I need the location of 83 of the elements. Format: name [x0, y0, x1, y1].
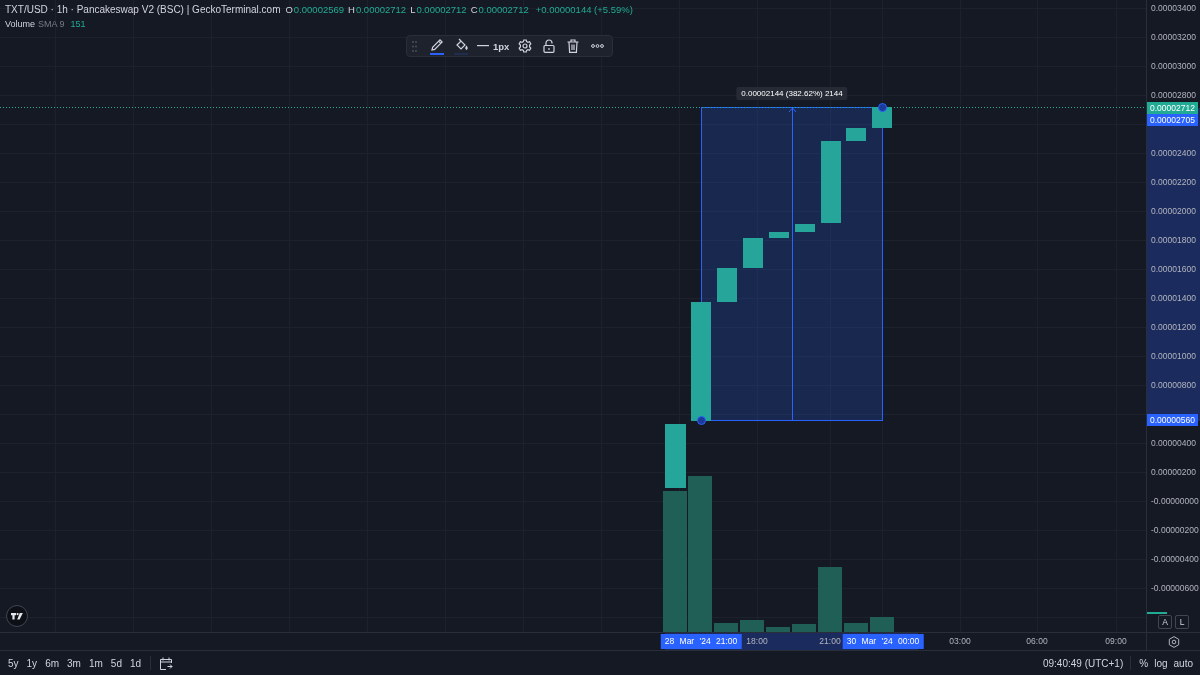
more-icon	[590, 44, 604, 48]
price-label: 0.00003000	[1151, 60, 1196, 72]
ohlc-label: H	[348, 4, 355, 15]
price-label: 0.00002000	[1151, 205, 1196, 217]
candle	[846, 128, 866, 141]
ohlc-label: O	[285, 4, 293, 15]
price-change: +0.00000144 (+5.59%)	[535, 4, 633, 15]
range-button[interactable]: 6m	[42, 655, 63, 671]
drag-handle-icon[interactable]	[412, 40, 417, 52]
line-width-button[interactable]: 1px	[473, 36, 514, 56]
candle	[769, 232, 789, 238]
volume-bar	[792, 624, 816, 632]
price-label: 0.00001400	[1151, 292, 1196, 304]
candle	[665, 424, 686, 488]
indicator-value: 151	[70, 19, 86, 29]
handle-dot-icon[interactable]	[697, 416, 706, 425]
ohlc-value: 0.00002712	[355, 4, 407, 15]
time-marker-label: 30 Mar '24 00:00	[842, 634, 924, 649]
price-label: -0.00000400	[1151, 553, 1199, 565]
price-label: -0.00000200	[1151, 524, 1199, 536]
time-label: 09:00	[1105, 636, 1127, 646]
range-button[interactable]: 5y	[5, 655, 22, 671]
time-label: 03:00	[949, 636, 971, 646]
volume-bar	[818, 567, 842, 632]
ohlc-label: L	[410, 4, 416, 15]
price-label: 0.00001800	[1151, 234, 1196, 246]
candle	[717, 268, 737, 302]
measure-label: 0.00002144 (382.62%) 2144	[736, 87, 848, 100]
price-label: 0.00002400	[1151, 147, 1196, 159]
trash-icon	[567, 39, 580, 53]
price-label: 0.00000800	[1151, 379, 1196, 391]
indicator-params: SMA 9	[38, 19, 65, 29]
time-label: 18:00	[746, 636, 768, 646]
price-label: 0.00001600	[1151, 263, 1196, 275]
price-label: 0.00000400	[1151, 437, 1196, 449]
ohlc-value: 0.00002712	[416, 4, 467, 15]
calendar-icon	[159, 656, 174, 670]
pencil-icon	[430, 38, 444, 51]
ohlc-value: 0.00002569	[293, 4, 345, 15]
measure-area[interactable]	[701, 107, 883, 421]
scale-toggle-button[interactable]: log	[1151, 657, 1171, 669]
line-icon	[477, 45, 489, 47]
handle-dot-icon[interactable]	[878, 103, 887, 112]
price-label: 0.00002200	[1151, 176, 1196, 188]
volume-bar	[844, 623, 868, 632]
volume-bar	[766, 627, 790, 632]
scale-toggle-button[interactable]: auto	[1170, 657, 1196, 669]
range-button[interactable]: 5d	[107, 655, 125, 671]
last-price-label: 0.00002712	[1147, 101, 1198, 114]
price-label: 0.00001200	[1151, 321, 1196, 333]
clock-label[interactable]: 09:40:49 (UTC+1)	[1040, 657, 1126, 669]
volume-bar	[870, 617, 894, 632]
range-button[interactable]: 1d	[126, 655, 145, 671]
ohlc-value: 0.00002712	[478, 4, 529, 15]
chart-title: TXT/USD · 1h · Pancakeswap V2 (BSC) | GeckoTerminal.com	[5, 4, 281, 15]
volume-marker	[1147, 612, 1167, 614]
time-label: 21:00	[819, 636, 841, 646]
range-button[interactable]: 1m	[85, 655, 106, 671]
candle	[795, 224, 815, 232]
price-label: -0.00000000	[1151, 495, 1199, 507]
price-label: 0.00002800	[1151, 89, 1196, 101]
price-label: 0.00003400	[1151, 2, 1196, 14]
settings-icon	[518, 39, 533, 53]
time-marker-label: 28 Mar '24 21:00	[660, 634, 742, 649]
settings-icon[interactable]	[1167, 635, 1180, 648]
scale-mode-button[interactable]: A	[1158, 615, 1172, 629]
unlocked-padlock-icon	[543, 39, 556, 53]
candle	[743, 238, 763, 268]
volume-bar	[714, 623, 738, 632]
range-button[interactable]: 1y	[23, 655, 41, 671]
paint-bucket-icon	[454, 38, 468, 51]
range-button[interactable]: 3m	[64, 655, 84, 671]
price-label: 0.00003200	[1151, 31, 1196, 43]
price-label: -0.00000600	[1151, 582, 1199, 594]
logo-icon[interactable]	[6, 605, 28, 627]
scale-mode-button[interactable]: L	[1175, 615, 1189, 629]
scale-toggle-button[interactable]: %	[1136, 657, 1152, 669]
price-label: 0.00001000	[1151, 350, 1196, 362]
ohlc-label: C	[470, 4, 478, 15]
volume-bar	[740, 620, 764, 632]
indicator-name: Volume	[5, 19, 36, 29]
price-label: 0.00000200	[1151, 466, 1196, 478]
time-label: 06:00	[1026, 636, 1048, 646]
